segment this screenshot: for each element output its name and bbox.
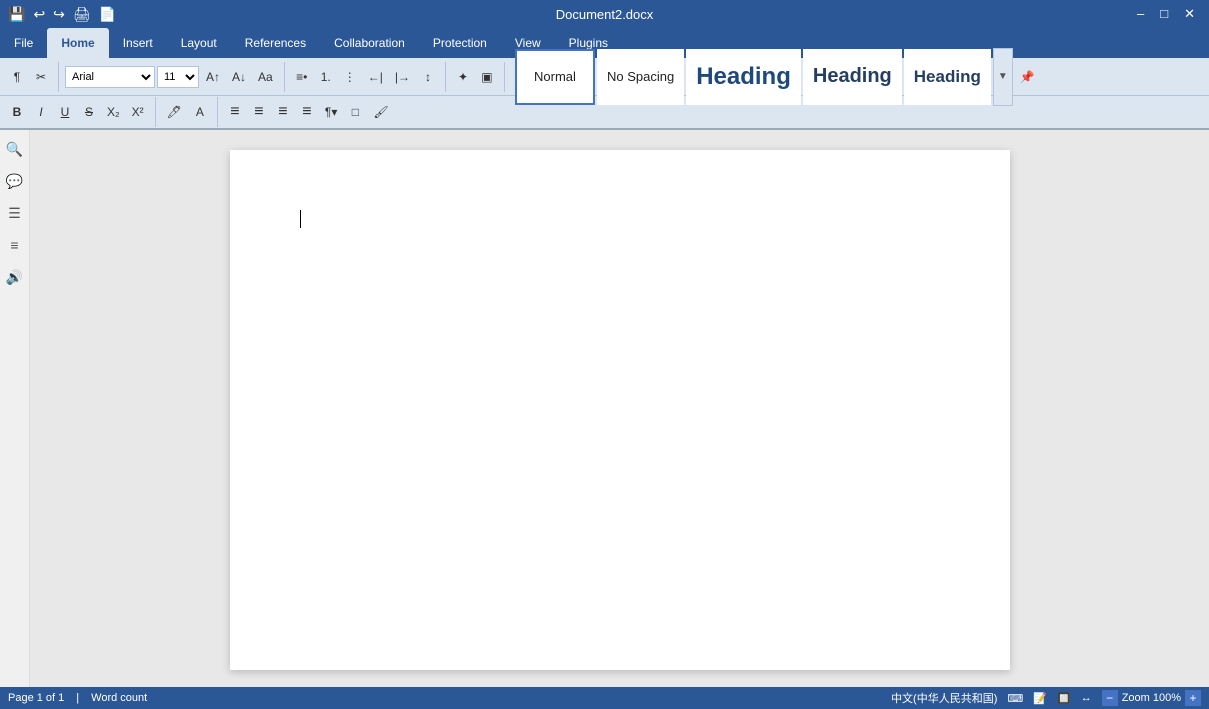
- tab-collaboration[interactable]: Collaboration: [320, 28, 419, 58]
- style-heading1[interactable]: Heading: [686, 49, 801, 105]
- paragraph-group: ≡ ≡ ≡ ≡ ¶▾ □ 🖌: [224, 97, 400, 127]
- bullets-btn[interactable]: ≡•: [291, 65, 313, 89]
- tab-home[interactable]: Home: [47, 28, 108, 58]
- style-normal[interactable]: Normal: [515, 49, 595, 105]
- tab-file[interactable]: File: [0, 28, 47, 58]
- zoom-level: Zoom 100%: [1122, 692, 1181, 704]
- style-no-spacing[interactable]: No Spacing: [597, 49, 684, 105]
- document-page[interactable]: [230, 150, 1010, 670]
- maximize-btn[interactable]: □: [1154, 6, 1174, 22]
- word-count-separator: |: [76, 692, 79, 704]
- italic-btn[interactable]: I: [30, 100, 52, 124]
- quick-access-toolbar: 💾 ↩ ↪ 🖨 📄: [8, 6, 116, 23]
- status-right: 中文(中华人民共和国) ⌨ 📝 🔲 ↔ − Zoom 100% +: [891, 690, 1201, 706]
- redo-icon[interactable]: ↪: [53, 6, 65, 23]
- nav-sidebar-icon[interactable]: ☰: [4, 202, 26, 224]
- align-left-btn[interactable]: ≡: [224, 100, 246, 124]
- search-sidebar-icon[interactable]: 🔍: [4, 138, 26, 160]
- zoom-controls: − Zoom 100% +: [1102, 690, 1201, 706]
- tab-references[interactable]: References: [231, 28, 320, 58]
- font-case-btn[interactable]: Aa: [253, 65, 278, 89]
- print-preview-icon[interactable]: 📄: [99, 6, 116, 23]
- styles-panel: Normal No Spacing Heading Heading Headin…: [515, 48, 1203, 106]
- view-mode-icon[interactable]: 🔲: [1057, 692, 1071, 705]
- tab-insert[interactable]: Insert: [109, 28, 167, 58]
- page-info: Page 1 of 1: [8, 692, 64, 704]
- page-width-icon[interactable]: ↔: [1081, 692, 1092, 704]
- font-size-decrease-btn[interactable]: A↓: [227, 65, 251, 89]
- borders-btn[interactable]: □: [344, 100, 366, 124]
- shading-btn[interactable]: ▣: [476, 65, 498, 89]
- window-controls[interactable]: – □ ✕: [1131, 6, 1201, 22]
- undo-icon[interactable]: ↩: [33, 6, 45, 23]
- comments-sidebar-icon[interactable]: 💬: [4, 170, 26, 192]
- cut-btn[interactable]: ✂: [30, 65, 52, 89]
- strikethrough-btn[interactable]: S: [78, 100, 100, 124]
- highlight-btn[interactable]: 🖊: [162, 100, 187, 124]
- paragraph-marks-btn[interactable]: ¶: [6, 65, 28, 89]
- list-group: ≡• 1. ⋮ ←| |→ ↕: [291, 62, 446, 92]
- save-icon[interactable]: 💾: [8, 6, 25, 23]
- text-cursor: [300, 210, 301, 228]
- tab-layout[interactable]: Layout: [167, 28, 231, 58]
- main-document-area[interactable]: [30, 130, 1209, 687]
- font-size-select[interactable]: 8910 111214 161820 242836: [157, 66, 199, 88]
- status-bar: Page 1 of 1 | Word count 中文(中华人民共和国) ⌨ 📝…: [0, 687, 1209, 709]
- highlight-group: 🖊 A: [162, 97, 218, 127]
- superscript-btn[interactable]: X²: [127, 100, 149, 124]
- multilevel-btn[interactable]: ⋮: [339, 65, 361, 89]
- font-group: Arial Times New Roman Calibri 8910 11121…: [65, 62, 285, 92]
- increase-indent-btn[interactable]: |→: [390, 65, 415, 89]
- style-heading2[interactable]: Heading: [803, 49, 902, 105]
- underline-btn[interactable]: U: [54, 100, 76, 124]
- align-right-btn[interactable]: ≡: [272, 100, 294, 124]
- justify-btn[interactable]: ≡: [296, 100, 318, 124]
- title-bar: 💾 ↩ ↪ 🖨 📄 Document2.docx – □ ✕: [0, 0, 1209, 28]
- paragraph-menu-btn[interactable]: ¶▾: [320, 100, 342, 124]
- audio-sidebar-icon[interactable]: 🔊: [4, 266, 26, 288]
- minimize-btn[interactable]: –: [1131, 6, 1150, 22]
- word-count-label[interactable]: Word count: [91, 692, 147, 704]
- track-changes-icon[interactable]: 📝: [1033, 692, 1047, 705]
- subscript-btn[interactable]: X₂: [102, 100, 125, 124]
- zoom-out-btn[interactable]: −: [1102, 690, 1118, 706]
- styles-more-btn[interactable]: ▼: [993, 48, 1013, 106]
- align-center-btn[interactable]: ≡: [248, 100, 270, 124]
- format-group: B I U S X₂ X²: [6, 97, 156, 127]
- tab-protection[interactable]: Protection: [419, 28, 501, 58]
- clear-group: ✦ ▣: [452, 62, 505, 92]
- numbering-btn[interactable]: 1.: [315, 65, 337, 89]
- zoom-in-btn[interactable]: +: [1185, 690, 1201, 706]
- print-icon[interactable]: 🖨: [73, 6, 91, 23]
- close-btn[interactable]: ✕: [1178, 6, 1201, 22]
- font-color-btn[interactable]: A: [189, 100, 211, 124]
- line-spacing-btn[interactable]: ↕: [417, 65, 439, 89]
- clipboard-group: ¶ ✂: [6, 62, 59, 92]
- language-label[interactable]: 中文(中华人民共和国): [891, 690, 997, 706]
- style-heading3[interactable]: Heading: [904, 49, 991, 105]
- keyboard-icon[interactable]: ⌨: [1007, 692, 1023, 705]
- document-title: Document2.docx: [556, 7, 654, 22]
- pin-btn[interactable]: 📌: [1015, 65, 1040, 89]
- decrease-indent-btn[interactable]: ←|: [363, 65, 388, 89]
- bold-btn[interactable]: B: [6, 100, 28, 124]
- font-size-increase-btn[interactable]: A↑: [201, 65, 225, 89]
- clear-format-btn[interactable]: ✦: [452, 65, 474, 89]
- left-sidebar: 🔍 💬 ☰ ≡ 🔊: [0, 130, 30, 687]
- ribbon-toolbar-row1: ¶ ✂ Arial Times New Roman Calibri 8910 1…: [0, 58, 1209, 96]
- font-select[interactable]: Arial Times New Roman Calibri: [65, 66, 155, 88]
- paint-format-btn[interactable]: 🖌: [368, 100, 393, 124]
- outline-sidebar-icon[interactable]: ≡: [4, 234, 26, 256]
